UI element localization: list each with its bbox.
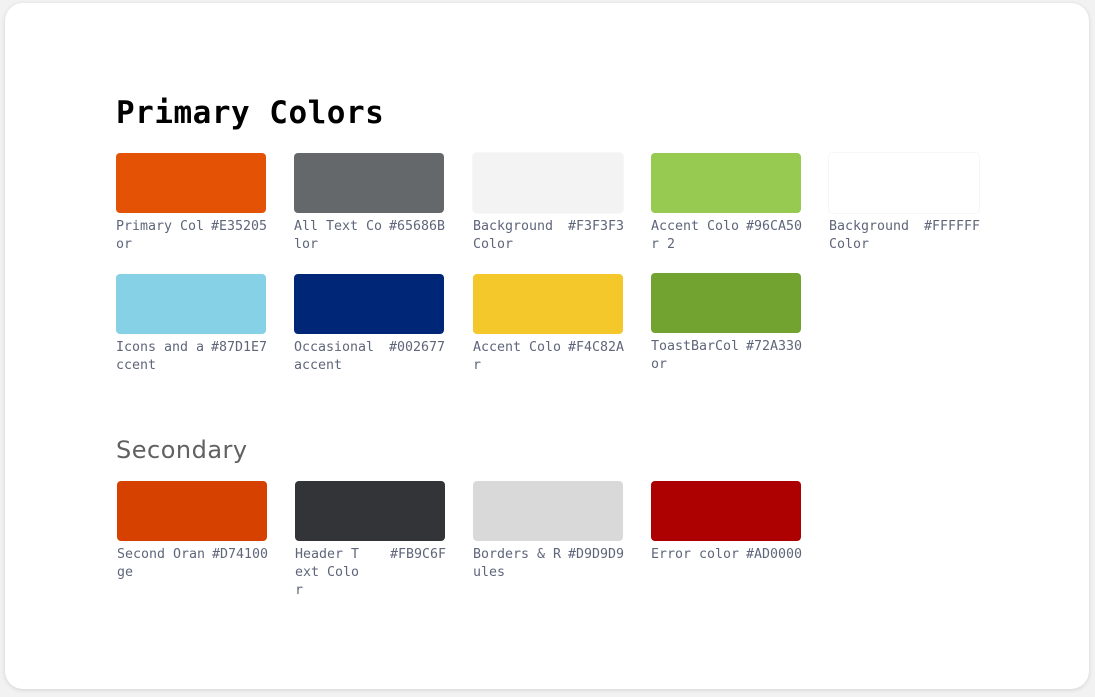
swatch-name: All Text Color <box>294 219 383 252</box>
swatch-name: Second Orange <box>117 547 206 580</box>
swatch-error-color: Error color #AD0000 <box>651 481 802 564</box>
swatch-primary-color: Primary Color #E35205 <box>116 153 267 254</box>
swatch-borders-and-rules: Borders & Rules #D9D9D9 <box>473 481 624 582</box>
color-chip <box>117 481 267 541</box>
swatch-occasional-accent: Occasional accent #002677 <box>294 274 445 375</box>
swatch-accent-color: Accent Color #F4C82A <box>473 274 624 375</box>
primary-colors-heading: Primary Colors <box>116 95 385 131</box>
swatch-name: Icons and accent <box>116 340 205 373</box>
color-chip <box>294 153 444 213</box>
swatch-hex: #96CA50 <box>745 219 802 234</box>
swatch-name: Background Color <box>473 219 554 252</box>
swatch-accent-color-2: Accent Color 2 #96CA50 <box>651 153 802 254</box>
swatch-name: Header Text Color <box>295 547 360 598</box>
swatch-hex: #72A330 <box>745 339 802 354</box>
swatch-name: ToastBarColor <box>651 339 740 372</box>
swatch-hex: #FB9C6F <box>389 547 446 562</box>
swatch-second-orange: Second Orange #D74100 <box>117 481 268 582</box>
swatch-background-color: Background Color #F3F3F3 <box>473 153 624 254</box>
color-chip <box>116 274 266 334</box>
secondary-heading: Secondary <box>116 436 248 464</box>
swatch-name: Occasional accent <box>294 340 375 373</box>
swatch-all-text-color: All Text Color #65686B <box>294 153 445 254</box>
color-chip <box>651 273 801 333</box>
swatch-hex: #AD0000 <box>745 547 802 562</box>
color-chip <box>473 274 623 334</box>
color-chip <box>651 481 801 541</box>
swatch-toastbar-color: ToastBarColor #72A330 <box>651 273 802 374</box>
color-chip <box>294 274 444 334</box>
swatch-hex: #D74100 <box>211 547 268 562</box>
swatch-background-white: Background Color #FFFFFF <box>829 153 980 254</box>
swatch-name: Borders & Rules <box>473 547 562 580</box>
color-chip <box>473 153 623 213</box>
swatch-icons-and-accent: Icons and accent #87D1E7 <box>116 274 267 375</box>
swatch-name: Error color <box>651 547 740 562</box>
swatch-hex: #D9D9D9 <box>567 547 624 562</box>
swatch-hex: #F4C82A <box>567 340 624 355</box>
swatch-name: Primary Color <box>116 219 205 252</box>
swatch-name: Accent Color <box>473 340 562 373</box>
color-chip <box>473 481 623 541</box>
color-chip <box>295 481 445 541</box>
color-chip <box>829 153 979 213</box>
swatch-hex: #E35205 <box>210 219 267 234</box>
color-palette-card: Primary Colors Primary Color #E35205 All… <box>5 3 1089 689</box>
swatch-hex: #87D1E7 <box>210 340 267 355</box>
color-chip <box>651 153 801 213</box>
swatch-hex: #65686B <box>388 219 445 234</box>
swatch-hex: #F3F3F3 <box>567 219 624 234</box>
swatch-name: Accent Color 2 <box>651 219 740 252</box>
swatch-hex: #002677 <box>388 340 445 355</box>
swatch-header-text-color: Header Text Color #FB9C6F <box>295 481 446 600</box>
color-chip <box>116 153 266 213</box>
swatch-name: Background Color <box>829 219 910 252</box>
swatch-hex: #FFFFFF <box>923 219 980 234</box>
